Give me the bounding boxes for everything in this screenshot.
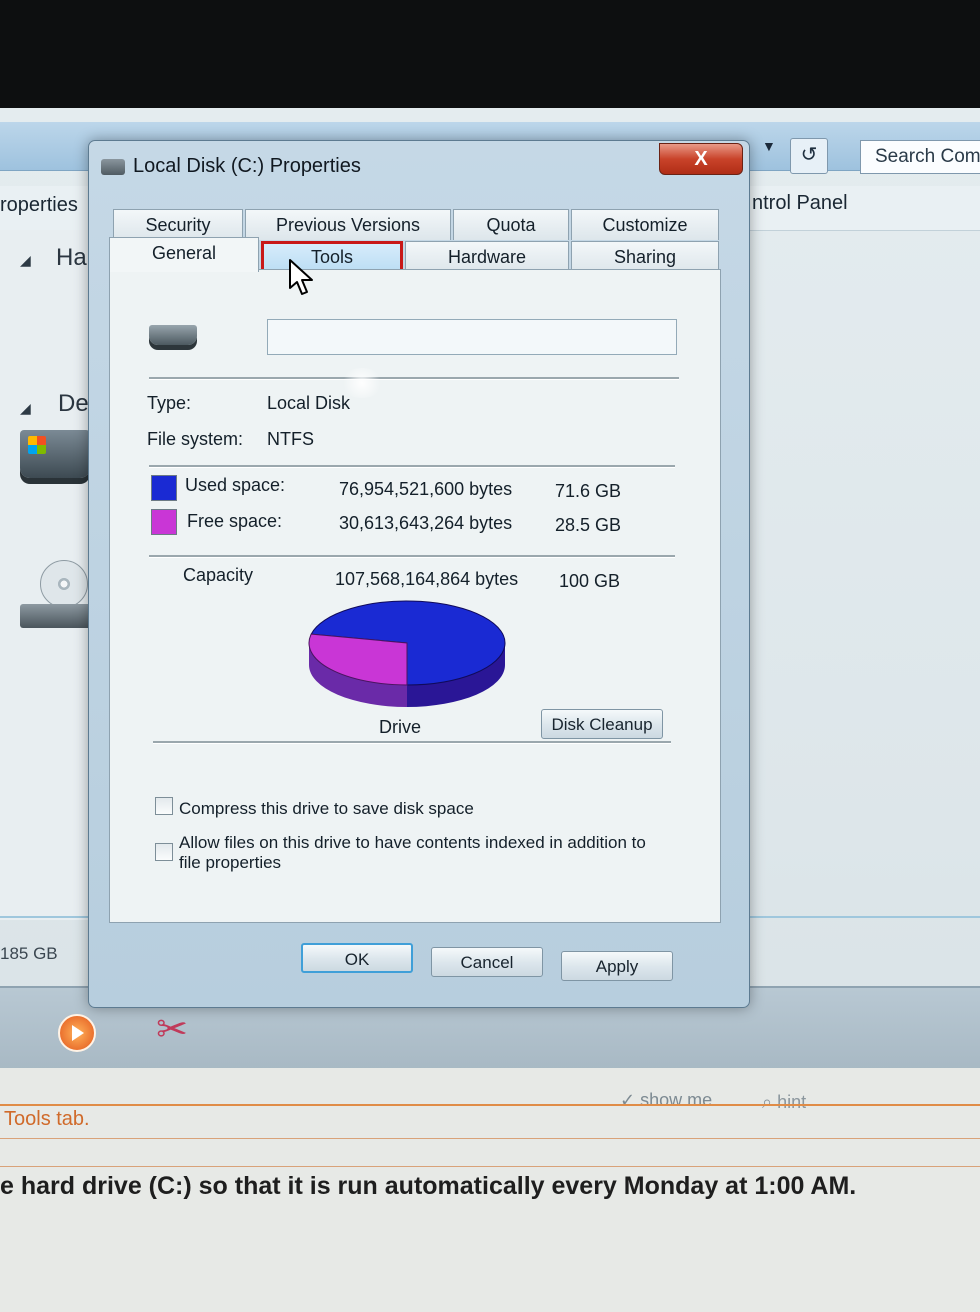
section-divider xyxy=(153,741,671,744)
media-player-icon[interactable] xyxy=(58,1014,96,1052)
search-input[interactable]: Search Com xyxy=(860,140,980,174)
capacity-size: 100 GB xyxy=(559,571,621,591)
cancel-button[interactable]: Cancel xyxy=(431,947,543,977)
type-value: Local Disk xyxy=(267,393,351,413)
tree-devices-label[interactable]: De xyxy=(58,390,89,418)
tutorial-step-text: Tools tab. xyxy=(4,1108,90,1130)
refresh-button[interactable]: ↺ xyxy=(790,138,828,174)
pie-caption: Drive xyxy=(379,717,422,737)
tab-sharing[interactable]: Sharing xyxy=(571,241,719,272)
show-me-label: show me xyxy=(640,1090,713,1110)
disc-icon xyxy=(40,560,88,608)
tree-hard-drives-label[interactable]: Ha xyxy=(56,244,87,272)
type-label: Type: xyxy=(147,393,192,413)
collapse-arrow-icon[interactable]: ◢ xyxy=(20,252,31,269)
collapse-arrow-icon[interactable]: ◢ xyxy=(20,400,31,417)
disk-cleanup-button[interactable]: Disk Cleanup xyxy=(541,709,663,739)
disk-usage-pie xyxy=(308,600,506,707)
used-space-swatch xyxy=(151,475,177,501)
compress-checkbox[interactable] xyxy=(155,797,173,815)
used-space-bytes: 76,954,521,600 bytes xyxy=(339,479,513,499)
file-system-value: NTFS xyxy=(267,429,314,449)
tab-quota[interactable]: Quota xyxy=(453,209,569,240)
apply-button[interactable]: Apply xyxy=(561,951,673,981)
free-space-bytes: 30,613,643,264 bytes xyxy=(339,513,513,533)
windows-logo-icon xyxy=(28,436,46,454)
tab-general[interactable]: General xyxy=(109,237,259,272)
snipping-tool-icon[interactable]: ✂ xyxy=(150,1008,194,1052)
breadcrumb-properties[interactable]: roperties xyxy=(0,194,78,217)
mouse-pointer-icon xyxy=(289,259,313,295)
tab-previous-versions[interactable]: Previous Versions xyxy=(245,209,451,240)
close-button[interactable]: X xyxy=(659,143,743,175)
file-system-label: File system: xyxy=(147,429,244,449)
tab-customize[interactable]: Customize xyxy=(571,209,719,240)
ok-button[interactable]: OK xyxy=(301,943,413,973)
index-label-line1[interactable]: Allow files on this drive to have conten… xyxy=(179,833,646,853)
hint-link[interactable]: ⌕ hint xyxy=(762,1092,806,1113)
drive-title-icon xyxy=(101,159,125,175)
tutorial-divider xyxy=(0,1166,980,1167)
properties-dialog: Local Disk (C:) Properties X Security Pr… xyxy=(88,140,750,1008)
tutorial-instruction: e hard drive (C:) so that it is run auto… xyxy=(0,1172,857,1200)
free-space-label: Free space: xyxy=(187,511,283,531)
show-me-link[interactable]: ✓ show me xyxy=(620,1090,712,1111)
used-space-label: Used space: xyxy=(185,475,286,495)
address-dropdown-icon[interactable]: ▼ xyxy=(762,138,776,154)
hint-label: hint xyxy=(777,1092,807,1112)
hard-drive-icon[interactable] xyxy=(20,430,90,478)
general-tab-panel xyxy=(109,269,721,923)
capacity-label: Capacity xyxy=(183,565,254,585)
index-checkbox[interactable] xyxy=(155,843,173,861)
free-space-swatch xyxy=(151,509,177,535)
capacity-bytes: 107,568,164,864 bytes xyxy=(335,569,519,589)
tab-security[interactable]: Security xyxy=(113,209,243,240)
compress-label[interactable]: Compress this drive to save disk space xyxy=(179,799,474,819)
dvd-drive-icon[interactable] xyxy=(20,560,92,630)
drive-tray-icon xyxy=(20,604,92,628)
tutorial-divider xyxy=(0,1104,980,1106)
drive-icon xyxy=(149,325,197,345)
section-divider xyxy=(149,465,675,468)
section-divider xyxy=(149,377,679,380)
tab-hardware[interactable]: Hardware xyxy=(405,241,569,272)
tutorial-divider xyxy=(0,1138,980,1139)
free-space-size: 28.5 GB xyxy=(555,515,622,535)
used-space-size: 71.6 GB xyxy=(555,481,622,501)
section-divider xyxy=(149,555,675,558)
drive-label-input[interactable] xyxy=(267,319,677,355)
index-label-line2[interactable]: file properties xyxy=(179,853,281,873)
status-size-text: 185 GB xyxy=(0,944,58,963)
breadcrumb-control-panel[interactable]: ntrol Panel xyxy=(752,192,848,215)
dialog-title: Local Disk (C:) Properties xyxy=(133,155,361,177)
